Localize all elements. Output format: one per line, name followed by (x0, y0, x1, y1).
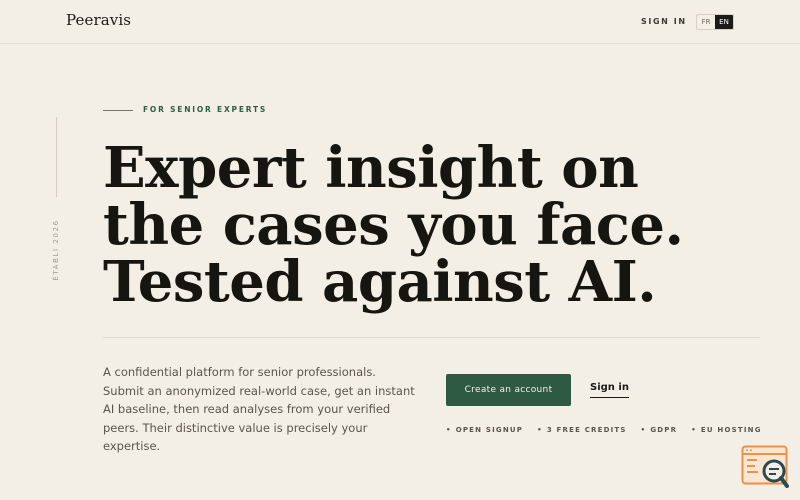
language-fr-button[interactable]: FR (697, 15, 715, 29)
search-document-icon[interactable] (741, 445, 789, 489)
feature-open-signup: OPEN SIGNUP (446, 426, 523, 434)
headline-line-2: the cases you face. (103, 192, 684, 258)
header-sign-in-link[interactable]: SIGN IN (641, 17, 687, 26)
side-established-label: ÉTABLI 2026 (52, 219, 60, 281)
headline-line-3: Tested against AI. (103, 249, 657, 315)
eyebrow-line (103, 110, 133, 111)
headline-line-1: Expert insight on (103, 135, 639, 201)
language-switcher: FR EN (696, 14, 734, 30)
hero-sign-in-link[interactable]: Sign in (590, 382, 629, 398)
feature-free-credits: 3 FREE CREDITS (537, 426, 627, 434)
create-account-button[interactable]: Create an account (446, 374, 571, 406)
feature-eu-hosting: EU HOSTING (691, 426, 761, 434)
brand-logo[interactable]: Peeravis (66, 11, 131, 29)
feature-list: OPEN SIGNUP 3 FREE CREDITS GDPR EU HOSTI… (446, 426, 762, 434)
feature-gdpr: GDPR (641, 426, 678, 434)
language-en-button[interactable]: EN (715, 15, 733, 29)
hero-divider (103, 337, 760, 338)
site-header: Peeravis SIGN IN FR EN (0, 0, 800, 44)
eyebrow-text: FOR SENIOR EXPERTS (143, 105, 268, 114)
hero-headline: Expert insight on the cases you face. Te… (103, 140, 743, 311)
side-divider (56, 117, 57, 197)
hero-description: A confidential platform for senior profe… (103, 365, 415, 453)
